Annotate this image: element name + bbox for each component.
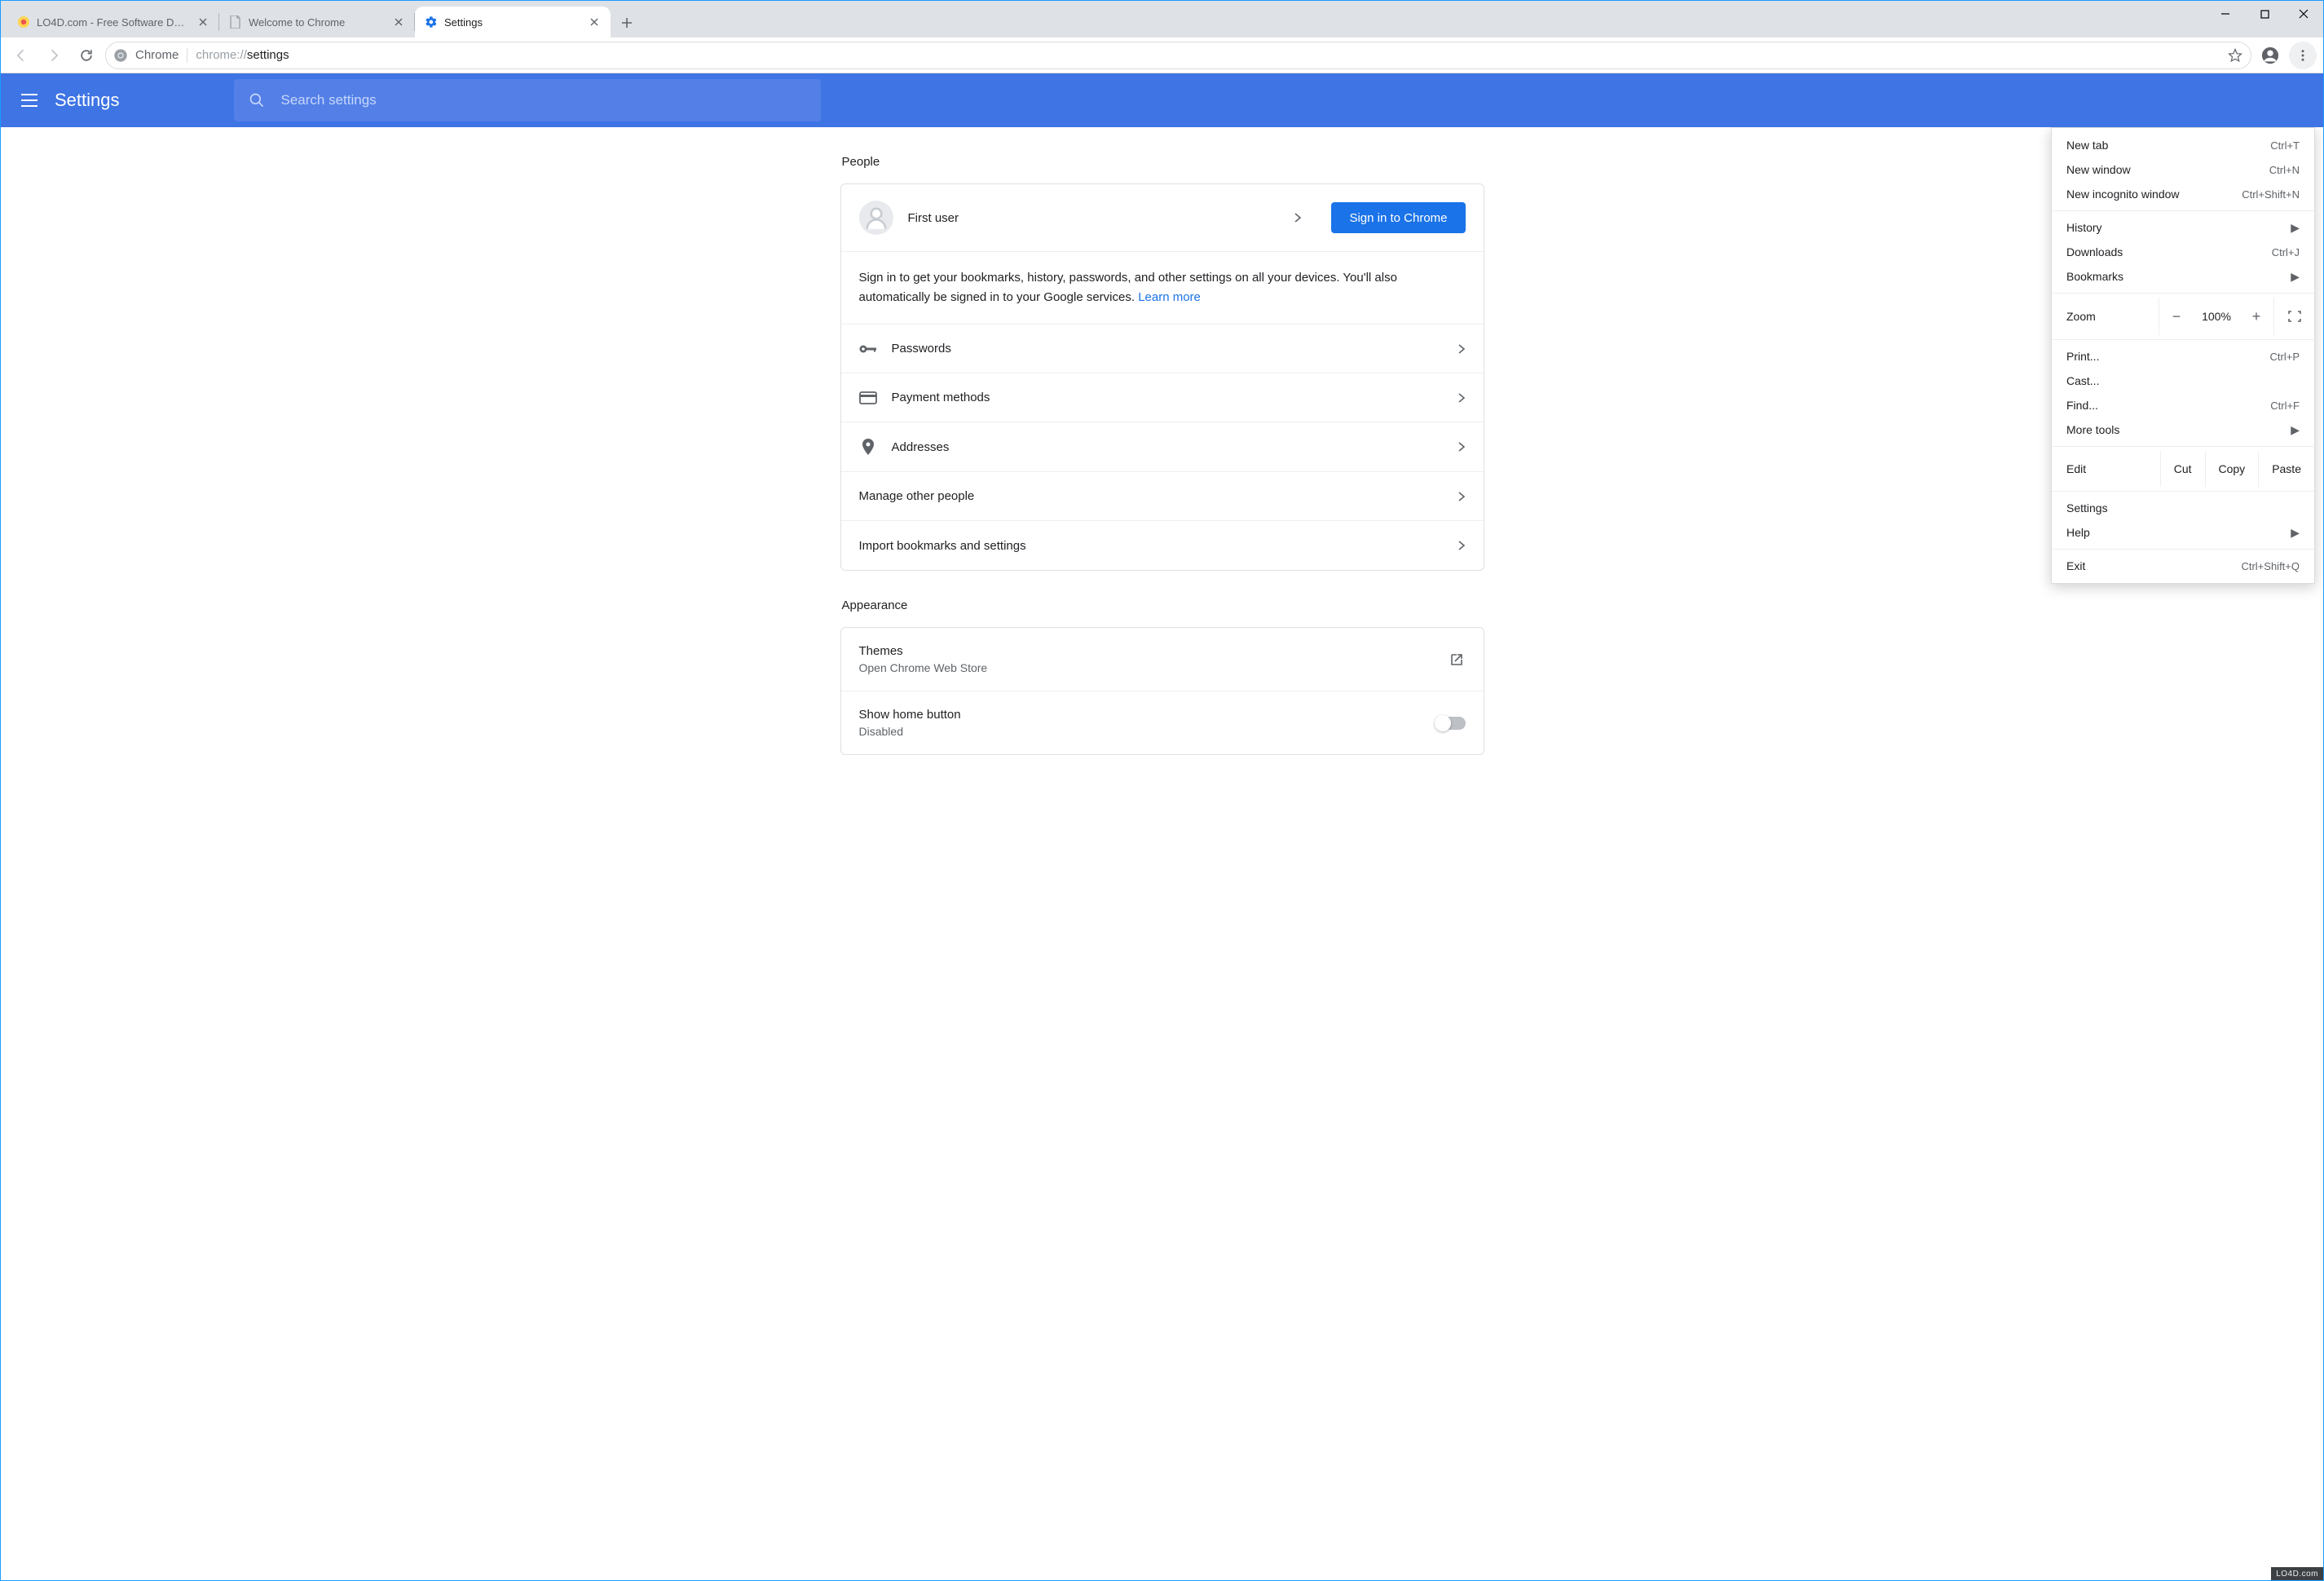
settings-search[interactable] [234, 79, 821, 121]
search-icon [249, 92, 265, 108]
row-passwords[interactable]: Passwords [841, 325, 1484, 373]
reload-button[interactable] [73, 42, 100, 69]
tab-lo4d[interactable]: LO4D.com - Free Software Downl [7, 7, 219, 38]
open-external-icon [1448, 651, 1466, 669]
sign-in-button[interactable]: Sign in to Chrome [1331, 202, 1465, 233]
section-title-appearance: Appearance [840, 571, 1484, 627]
row-manage-other-people[interactable]: Manage other people [841, 472, 1484, 521]
watermark-footer: LO4D.com [2271, 1567, 2323, 1580]
menu-exit[interactable]: ExitCtrl+Shift+Q [2052, 554, 2314, 578]
zoom-in-button[interactable]: + [2239, 298, 2273, 335]
chevron-right-icon [1294, 213, 1302, 223]
zoom-value: 100% [2194, 310, 2239, 323]
tab-label: Welcome to Chrome [249, 16, 386, 29]
row-themes[interactable]: Themes Open Chrome Web Store [841, 628, 1484, 691]
tab-label: Settings [444, 16, 581, 29]
chevron-right-icon [1457, 442, 1466, 452]
menu-copy[interactable]: Copy [2205, 451, 2259, 487]
menu-hamburger-button[interactable] [17, 88, 42, 113]
chrome-menu-button[interactable] [2289, 42, 2317, 69]
chevron-right-icon: ▶ [2291, 221, 2300, 235]
settings-search-input[interactable] [281, 92, 806, 108]
menu-history[interactable]: History▶ [2052, 215, 2314, 240]
window-controls [2206, 1, 2323, 38]
menu-cast[interactable]: Cast... [2052, 369, 2314, 393]
settings-title: Settings [55, 90, 120, 111]
sign-in-description: Sign in to get your bookmarks, history, … [841, 252, 1484, 325]
chrome-menu: New tabCtrl+T New windowCtrl+N New incog… [2051, 127, 2315, 584]
avatar-icon [859, 201, 893, 235]
address-bar[interactable]: Chrome chrome://settings [105, 42, 2251, 69]
row-current-user[interactable]: First user Sign in to Chrome [841, 184, 1484, 252]
menu-downloads[interactable]: DownloadsCtrl+J [2052, 240, 2314, 264]
home-button-toggle[interactable] [1436, 717, 1466, 730]
scheme-label: Chrome [135, 48, 179, 62]
location-pin-icon [859, 439, 877, 455]
row-addresses[interactable]: Addresses [841, 422, 1484, 472]
menu-new-incognito[interactable]: New incognito windowCtrl+Shift+N [2052, 182, 2314, 206]
menu-edit-row: Edit Cut Copy Paste [2052, 451, 2314, 487]
zoom-out-button[interactable]: − [2159, 298, 2194, 335]
menu-separator [2052, 491, 2314, 492]
lo4d-favicon-icon [17, 15, 30, 29]
close-tab-icon[interactable] [392, 15, 405, 29]
new-tab-button[interactable] [614, 10, 640, 36]
chevron-right-icon [1457, 393, 1466, 403]
window-maximize-button[interactable] [2245, 1, 2284, 27]
chevron-right-icon: ▶ [2291, 423, 2300, 437]
menu-print[interactable]: Print...Ctrl+P [2052, 344, 2314, 369]
menu-zoom-row: Zoom − 100% + [2052, 298, 2314, 335]
toolbar: Chrome chrome://settings [1, 38, 2323, 73]
tab-settings[interactable]: Settings [415, 7, 611, 38]
menu-more-tools[interactable]: More tools▶ [2052, 417, 2314, 442]
chevron-right-icon [1457, 541, 1466, 550]
menu-separator [2052, 446, 2314, 447]
window-titlebar: LO4D.com - Free Software Downl Welcome t… [1, 1, 2323, 38]
chevron-right-icon: ▶ [2291, 270, 2300, 284]
profile-button[interactable] [2256, 42, 2284, 69]
chevron-right-icon: ▶ [2291, 526, 2300, 540]
menu-cut[interactable]: Cut [2160, 451, 2205, 487]
card-appearance: Themes Open Chrome Web Store Show home b… [840, 627, 1484, 755]
tabs-strip: LO4D.com - Free Software Downl Welcome t… [1, 1, 2206, 38]
chrome-logo-icon [114, 49, 127, 62]
menu-separator [2052, 210, 2314, 211]
settings-header: Settings [1, 73, 2323, 127]
section-title-people: People [840, 127, 1484, 183]
menu-separator [2052, 293, 2314, 294]
menu-new-window[interactable]: New windowCtrl+N [2052, 157, 2314, 182]
menu-paste[interactable]: Paste [2258, 451, 2314, 487]
row-payment-methods[interactable]: Payment methods [841, 373, 1484, 422]
menu-separator [2052, 339, 2314, 340]
chevron-right-icon [1457, 344, 1466, 354]
tab-welcome[interactable]: Welcome to Chrome [219, 7, 415, 38]
menu-find[interactable]: Find...Ctrl+F [2052, 393, 2314, 417]
row-import-bookmarks[interactable]: Import bookmarks and settings [841, 521, 1484, 570]
tab-label: LO4D.com - Free Software Downl [37, 16, 190, 29]
menu-bookmarks[interactable]: Bookmarks▶ [2052, 264, 2314, 289]
settings-content: People First user Sign in to Chrome Sign… [1, 127, 2323, 1580]
document-favicon-icon [229, 15, 242, 29]
key-icon [859, 344, 877, 354]
window-close-button[interactable] [2284, 1, 2323, 27]
chevron-right-icon [1457, 492, 1466, 501]
card-people: First user Sign in to Chrome Sign in to … [840, 183, 1484, 571]
menu-separator [2052, 549, 2314, 550]
fullscreen-button[interactable] [2273, 298, 2314, 335]
url-display: chrome://settings [196, 48, 2220, 62]
menu-help[interactable]: Help▶ [2052, 520, 2314, 545]
user-name: First user [908, 211, 959, 225]
close-tab-icon[interactable] [196, 15, 209, 29]
credit-card-icon [859, 391, 877, 404]
back-button[interactable] [7, 42, 35, 69]
star-icon[interactable] [2228, 48, 2242, 63]
window-minimize-button[interactable] [2206, 1, 2245, 27]
row-home-button[interactable]: Show home button Disabled [841, 691, 1484, 754]
gear-favicon-icon [425, 15, 438, 29]
forward-button[interactable] [40, 42, 68, 69]
menu-settings[interactable]: Settings [2052, 496, 2314, 520]
close-tab-icon[interactable] [588, 15, 601, 29]
menu-new-tab[interactable]: New tabCtrl+T [2052, 133, 2314, 157]
learn-more-link[interactable]: Learn more [1138, 290, 1201, 304]
